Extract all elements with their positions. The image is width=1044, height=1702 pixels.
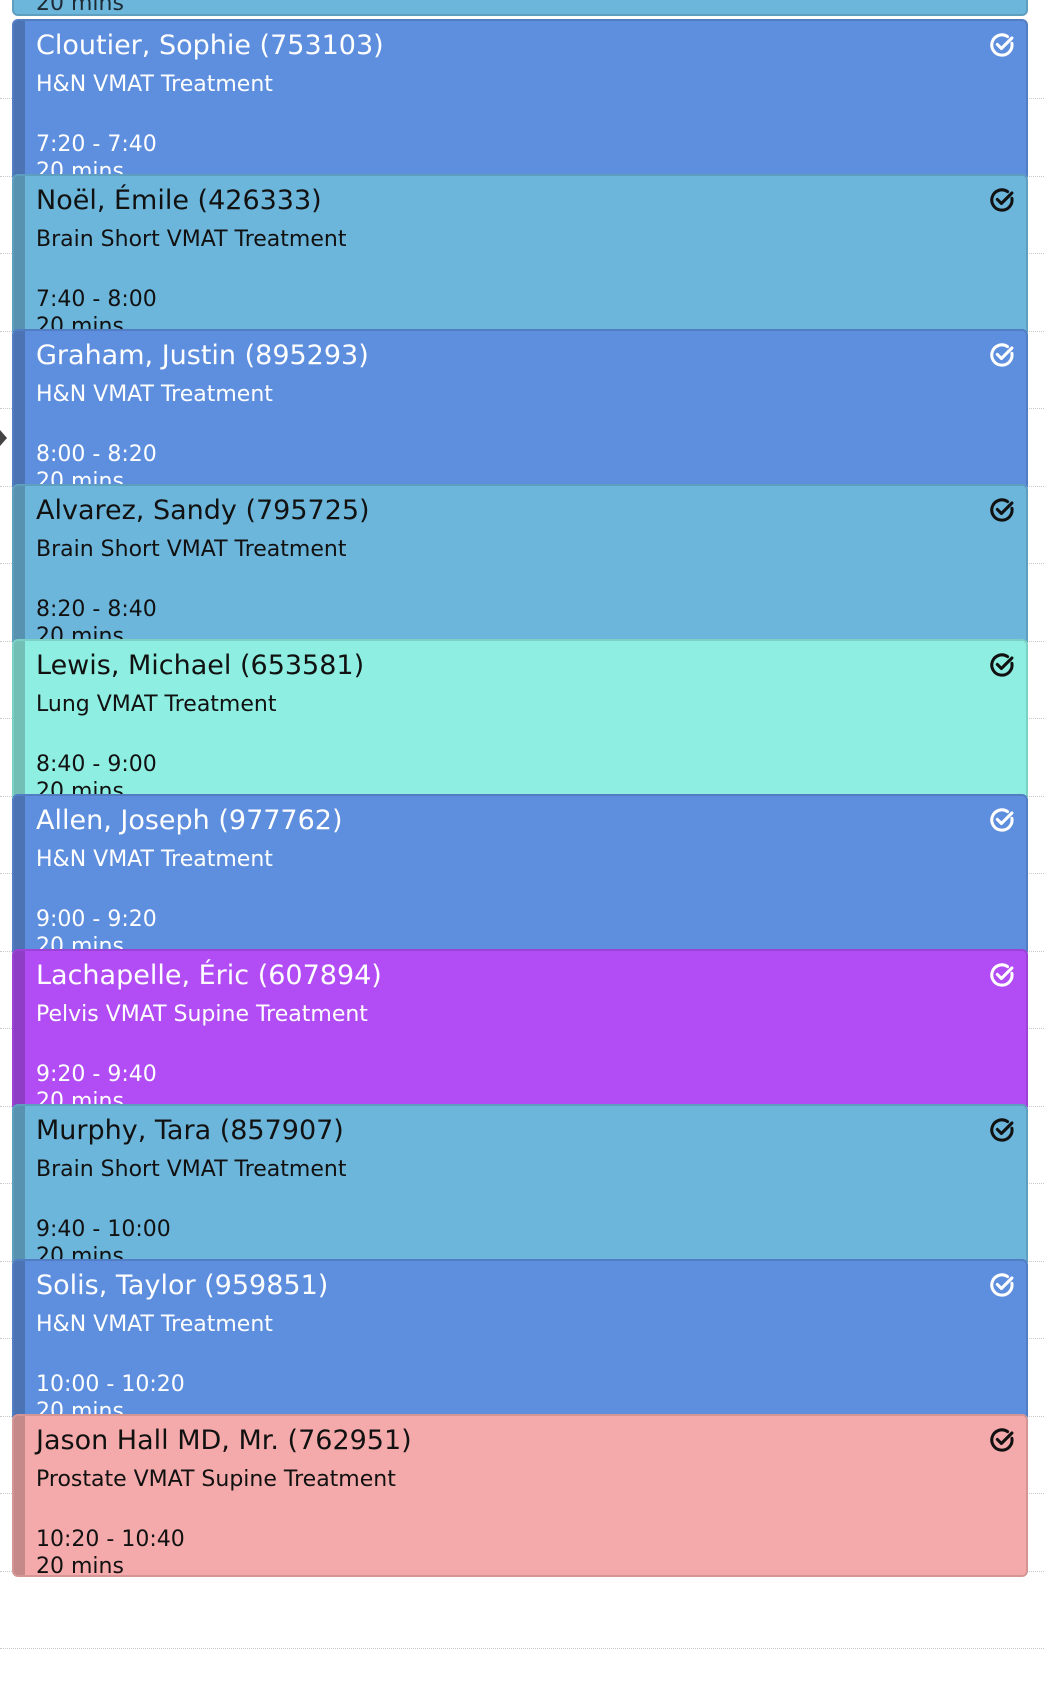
appointment-patient-name: Allen, Joseph (977762) bbox=[36, 805, 343, 836]
appointment-color-bar bbox=[14, 1261, 25, 1420]
appointment-card[interactable]: Murphy, Tara (857907) Brain Short VMAT Tr… bbox=[12, 1104, 1028, 1267]
appointment-color-bar bbox=[14, 951, 25, 1110]
appointment-time: 10:20 - 10:40 bbox=[36, 1527, 185, 1552]
appointment-patient-name: Lachapelle, Éric (607894) bbox=[36, 960, 382, 991]
appointment-card[interactable]: Lachapelle, Éric (607894) Pelvis VMAT Sup… bbox=[12, 949, 1028, 1112]
appointment-procedure: Brain Short VMAT Treatment bbox=[36, 1157, 347, 1182]
check-circle-icon[interactable] bbox=[988, 341, 1016, 369]
appointment-patient-name: Murphy, Tara (857907) bbox=[36, 1115, 344, 1146]
appointment-procedure: H&N VMAT Treatment bbox=[36, 847, 273, 872]
appointment-color-bar bbox=[14, 331, 25, 490]
appointment-patient-name: Graham, Justin (895293) bbox=[36, 340, 369, 371]
appointment-color-bar bbox=[14, 641, 25, 800]
appointment-patient-name: Solis, Taylor (959851) bbox=[36, 1270, 329, 1301]
appointment-card[interactable]: Jason Hall MD, Mr. (762951) Prostate VMAT… bbox=[12, 1414, 1028, 1577]
appointment-card[interactable]: Cloutier, Sophie (753103) H&N VMAT Treatm… bbox=[12, 19, 1028, 182]
appointment-procedure: Prostate VMAT Supine Treatment bbox=[36, 1467, 396, 1492]
appointment-color-bar bbox=[14, 176, 25, 335]
appointment-time: 8:00 - 8:20 bbox=[36, 442, 157, 467]
appointment-procedure: Brain Short VMAT Treatment bbox=[36, 537, 347, 562]
appointment-patient-name: Noël, Émile (426333) bbox=[36, 185, 322, 216]
appointment-patient-name: Jason Hall MD, Mr. (762951) bbox=[36, 1425, 412, 1456]
check-circle-icon[interactable] bbox=[988, 1426, 1016, 1454]
appointment-procedure: Lung VMAT Treatment bbox=[36, 692, 277, 717]
appointment-time: 9:00 - 9:20 bbox=[36, 907, 157, 932]
check-circle-icon[interactable] bbox=[988, 186, 1016, 214]
appointment-color-bar bbox=[14, 21, 25, 180]
appointment-procedure: H&N VMAT Treatment bbox=[36, 382, 273, 407]
appointment-color-bar bbox=[14, 796, 25, 955]
appointment-procedure: Brain Short VMAT Treatment bbox=[36, 227, 347, 252]
appointment-card[interactable]: Solis, Taylor (959851) H&N VMAT Treatment… bbox=[12, 1259, 1028, 1422]
appointment-card[interactable]: Lewis, Michael (653581) Lung VMAT Treatme… bbox=[12, 639, 1028, 802]
check-circle-icon[interactable] bbox=[988, 651, 1016, 679]
appointment-card[interactable]: Noël, Émile (426333) Brain Short VMAT Tre… bbox=[12, 174, 1028, 337]
check-circle-icon[interactable] bbox=[988, 961, 1016, 989]
check-circle-icon[interactable] bbox=[988, 806, 1016, 834]
appointment-time: 10:00 - 10:20 bbox=[36, 1372, 185, 1397]
appointment-procedure: Pelvis VMAT Supine Treatment bbox=[36, 1002, 368, 1027]
appointment-color-bar bbox=[14, 1416, 25, 1575]
check-circle-icon[interactable] bbox=[988, 1116, 1016, 1144]
appointment-card-partial[interactable]: 20 mins bbox=[12, 0, 1028, 16]
appointment-time: 8:40 - 9:00 bbox=[36, 752, 157, 777]
appointment-color-bar bbox=[14, 486, 25, 645]
appointment-card[interactable]: Alvarez, Sandy (795725) Brain Short VMAT … bbox=[12, 484, 1028, 647]
appointment-time: 9:20 - 9:40 bbox=[36, 1062, 157, 1087]
appointment-time: 7:40 - 8:00 bbox=[36, 287, 157, 312]
appointment-time: 9:40 - 10:00 bbox=[36, 1217, 171, 1242]
appointment-color-bar bbox=[14, 1106, 25, 1265]
check-circle-icon[interactable] bbox=[988, 31, 1016, 59]
check-circle-icon[interactable] bbox=[988, 1271, 1016, 1299]
appointment-procedure: H&N VMAT Treatment bbox=[36, 1312, 273, 1337]
appointment-duration: 20 mins bbox=[36, 1554, 124, 1577]
grid-line bbox=[0, 1648, 1044, 1649]
appointment-patient-name: Alvarez, Sandy (795725) bbox=[36, 495, 370, 526]
appointment-procedure: H&N VMAT Treatment bbox=[36, 72, 273, 97]
current-time-marker bbox=[0, 430, 7, 446]
appointment-card[interactable]: Graham, Justin (895293) H&N VMAT Treatmen… bbox=[12, 329, 1028, 492]
appointment-patient-name: Cloutier, Sophie (753103) bbox=[36, 30, 384, 61]
appointment-card[interactable]: Allen, Joseph (977762) H&N VMAT Treatment… bbox=[12, 794, 1028, 957]
appointment-patient-name: Lewis, Michael (653581) bbox=[36, 650, 365, 681]
appointment-duration: 20 mins bbox=[36, 0, 124, 16]
appointment-time: 8:20 - 8:40 bbox=[36, 597, 157, 622]
check-circle-icon[interactable] bbox=[988, 496, 1016, 524]
appointment-time: 7:20 - 7:40 bbox=[36, 132, 157, 157]
